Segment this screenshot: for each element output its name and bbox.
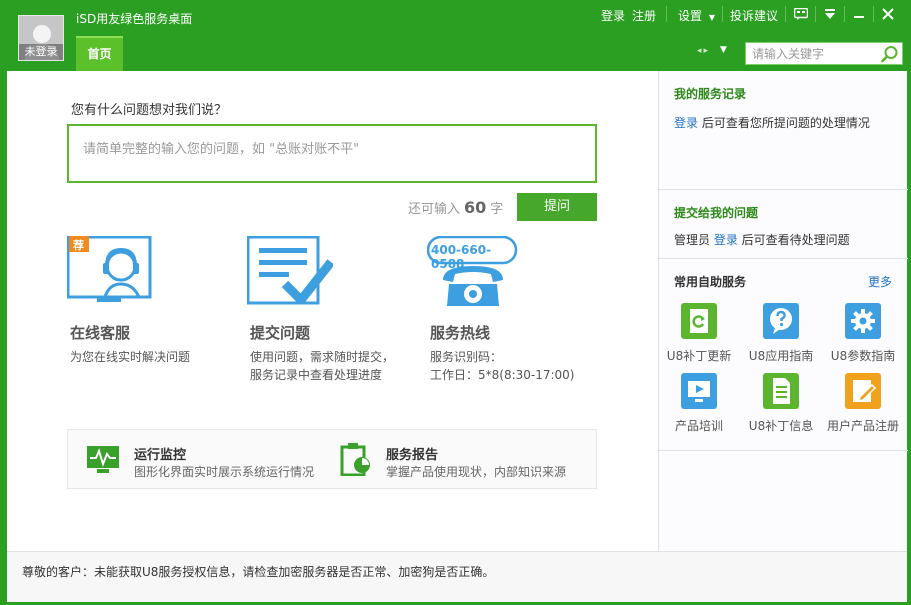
nav-dropdown-icon[interactable]: ▼	[720, 45, 727, 55]
complaint-link[interactable]: 投诉建议	[730, 7, 778, 23]
ask-title: 您有什么问题想对我们说？	[71, 103, 228, 118]
service-desc: 使用问题，需求随时提交， 服务记录中查看处理进度	[250, 348, 394, 384]
submitted-prefix: 管理员	[674, 233, 714, 247]
status-message: 尊敬的客户：未能获取U8服务授权信息，请检查加密服务器是否正常、加密狗是否正确。	[22, 565, 495, 579]
tile-label: U8参数指南	[830, 349, 896, 363]
tile-app-guide[interactable]: U8应用指南	[741, 303, 821, 364]
divider	[815, 6, 816, 22]
service-title: 提交问题	[250, 324, 311, 342]
hotline-number: 400-660-0588	[431, 243, 492, 271]
training-icon	[681, 373, 717, 409]
status-bar: 尊敬的客户：未能获取U8服务授权信息，请检查加密服务器是否正常、加密狗是否正确。	[7, 551, 907, 602]
more-link[interactable]: 更多	[868, 273, 892, 290]
service-title: 在线客服	[70, 324, 131, 342]
records-hint: 登录 后可查看您所提问题的处理情况	[674, 114, 870, 131]
monitor-icon	[87, 446, 119, 473]
divider	[722, 6, 723, 22]
my-service-records: 我的服务记录 登录 后可查看您所提问题的处理情况	[659, 71, 908, 190]
tile-patch-info[interactable]: U8补丁信息	[741, 373, 821, 434]
service-desc: 服务识别码： 工作日：5*8(8:30-17:00)	[430, 348, 575, 384]
right-panel: 我的服务记录 登录 后可查看您所提问题的处理情况 提交给我的问题 管理员 登录 …	[658, 71, 908, 551]
chevron-down-icon: ▼	[708, 13, 715, 22]
divider	[666, 6, 667, 22]
report-icon	[340, 443, 370, 476]
divider	[844, 6, 845, 22]
search-icon[interactable]	[881, 45, 899, 63]
minimize-button[interactable]	[848, 4, 870, 24]
document-icon	[763, 373, 799, 409]
patch-update-icon	[681, 303, 717, 339]
service-desc-line: 服务识别码：	[430, 350, 503, 364]
avatar[interactable]: 未登录	[18, 15, 64, 61]
tab-home[interactable]: 首页	[76, 36, 123, 71]
records-hint-text: 后可查看您所提问题的处理情况	[698, 116, 870, 130]
chat-icon	[793, 7, 809, 20]
submitted-hint-text: 后可查看待处理问题	[737, 233, 850, 247]
service-online-support[interactable]: 荐 在线客服 为您在线实时解决问题	[66, 235, 190, 364]
tile-patch-update[interactable]: U8补丁更新	[659, 303, 739, 364]
search-box	[745, 42, 903, 65]
tile-label: U8补丁信息	[748, 419, 814, 433]
service-submit-issue[interactable]: 提交问题 使用问题，需求随时提交， 服务记录中查看处理进度	[246, 235, 394, 382]
question-input[interactable]	[83, 138, 581, 168]
service-desc-line: 使用问题，需求随时提交，	[250, 350, 395, 364]
help-guide-icon	[763, 303, 799, 339]
tile-param-guide[interactable]: U8参数指南	[823, 303, 903, 364]
divider	[873, 6, 874, 22]
ask-button[interactable]: 提问	[517, 193, 597, 221]
ask-input-box	[67, 124, 597, 183]
register-icon	[845, 373, 881, 409]
gear-icon	[845, 303, 881, 339]
settings-menu[interactable]: 设置 ▼	[678, 7, 715, 23]
search-input[interactable]	[746, 43, 874, 64]
close-button[interactable]	[877, 4, 899, 24]
remaining-count: 60	[464, 198, 487, 217]
tool-title: 运行监控	[134, 448, 187, 463]
nav-arrows-icon[interactable]: ◂▸	[697, 46, 710, 56]
avatar-label: 未登录	[19, 44, 63, 60]
login-link[interactable]: 登录	[714, 233, 738, 247]
login-link[interactable]: 登录	[601, 7, 625, 23]
tile-product-register[interactable]: 用户产品注册	[823, 373, 903, 434]
service-desc-line: 服务记录中查看处理进度	[250, 368, 383, 382]
register-link[interactable]: 注册	[632, 7, 656, 23]
section-title: 我的服务记录	[674, 87, 747, 101]
menu-dropdown-icon	[825, 9, 835, 19]
tile-label: U8应用指南	[748, 349, 814, 363]
remaining-suffix: 字	[490, 202, 504, 217]
service-hotline[interactable]: 400-660-0588 服务热线 服务识别码： 工作日：5*8(8:30-17…	[426, 235, 575, 382]
menu-dropdown-button[interactable]	[819, 4, 841, 24]
submitted-to-me: 提交给我的问题 管理员 登录 后可查看待处理问题	[659, 190, 908, 259]
submitted-hint: 管理员 登录 后可查看待处理问题	[674, 231, 850, 248]
settings-label: 设置	[678, 9, 703, 23]
tile-label: U8补丁更新	[666, 349, 732, 363]
service-desc: 为您在线实时解决问题	[70, 350, 191, 364]
login-link[interactable]: 登录	[674, 116, 698, 130]
minimize-icon	[854, 16, 864, 18]
section-title: 常用自助服务	[674, 275, 747, 289]
tool-desc: 掌握产品使用现状，内部知识来源	[386, 465, 567, 479]
remaining-prefix: 还可输入	[408, 202, 461, 217]
app-title: iSD用友绿色服务桌面	[76, 12, 193, 26]
window-frame	[0, 71, 7, 605]
tile-training[interactable]: 产品培训	[659, 373, 739, 434]
recommend-badge: 荐	[73, 239, 84, 252]
remaining-chars: 还可输入 60 字	[408, 198, 503, 217]
tile-label: 产品培训	[674, 419, 723, 433]
tools-bar: 运行监控 图形化界面实时展示系统运行情况 服务报告 掌握产品使用现状，内部知识来…	[67, 429, 597, 489]
submit-issue-icon	[246, 235, 335, 305]
close-icon	[882, 8, 894, 20]
title-bar: 未登录 iSD用友绿色服务桌面 首页 登录 注册 设置 ▼ 投诉建议 ◂▸ ▼ …	[0, 0, 911, 71]
tile-label: 用户产品注册	[826, 419, 899, 433]
divider	[785, 6, 786, 22]
service-desc-line: 工作日：5*8(8:30-17:00)	[430, 368, 575, 382]
self-service: 常用自助服务 更多 U8补丁更新 U8应用指南 U8参数指南 产品培训 U8补丁…	[659, 259, 908, 451]
service-title: 服务热线	[430, 324, 491, 342]
tool-title: 服务报告	[386, 448, 439, 463]
section-title: 提交给我的问题	[674, 206, 759, 220]
tool-desc: 图形化界面实时展示系统运行情况	[134, 465, 315, 479]
chat-button[interactable]	[790, 4, 812, 24]
